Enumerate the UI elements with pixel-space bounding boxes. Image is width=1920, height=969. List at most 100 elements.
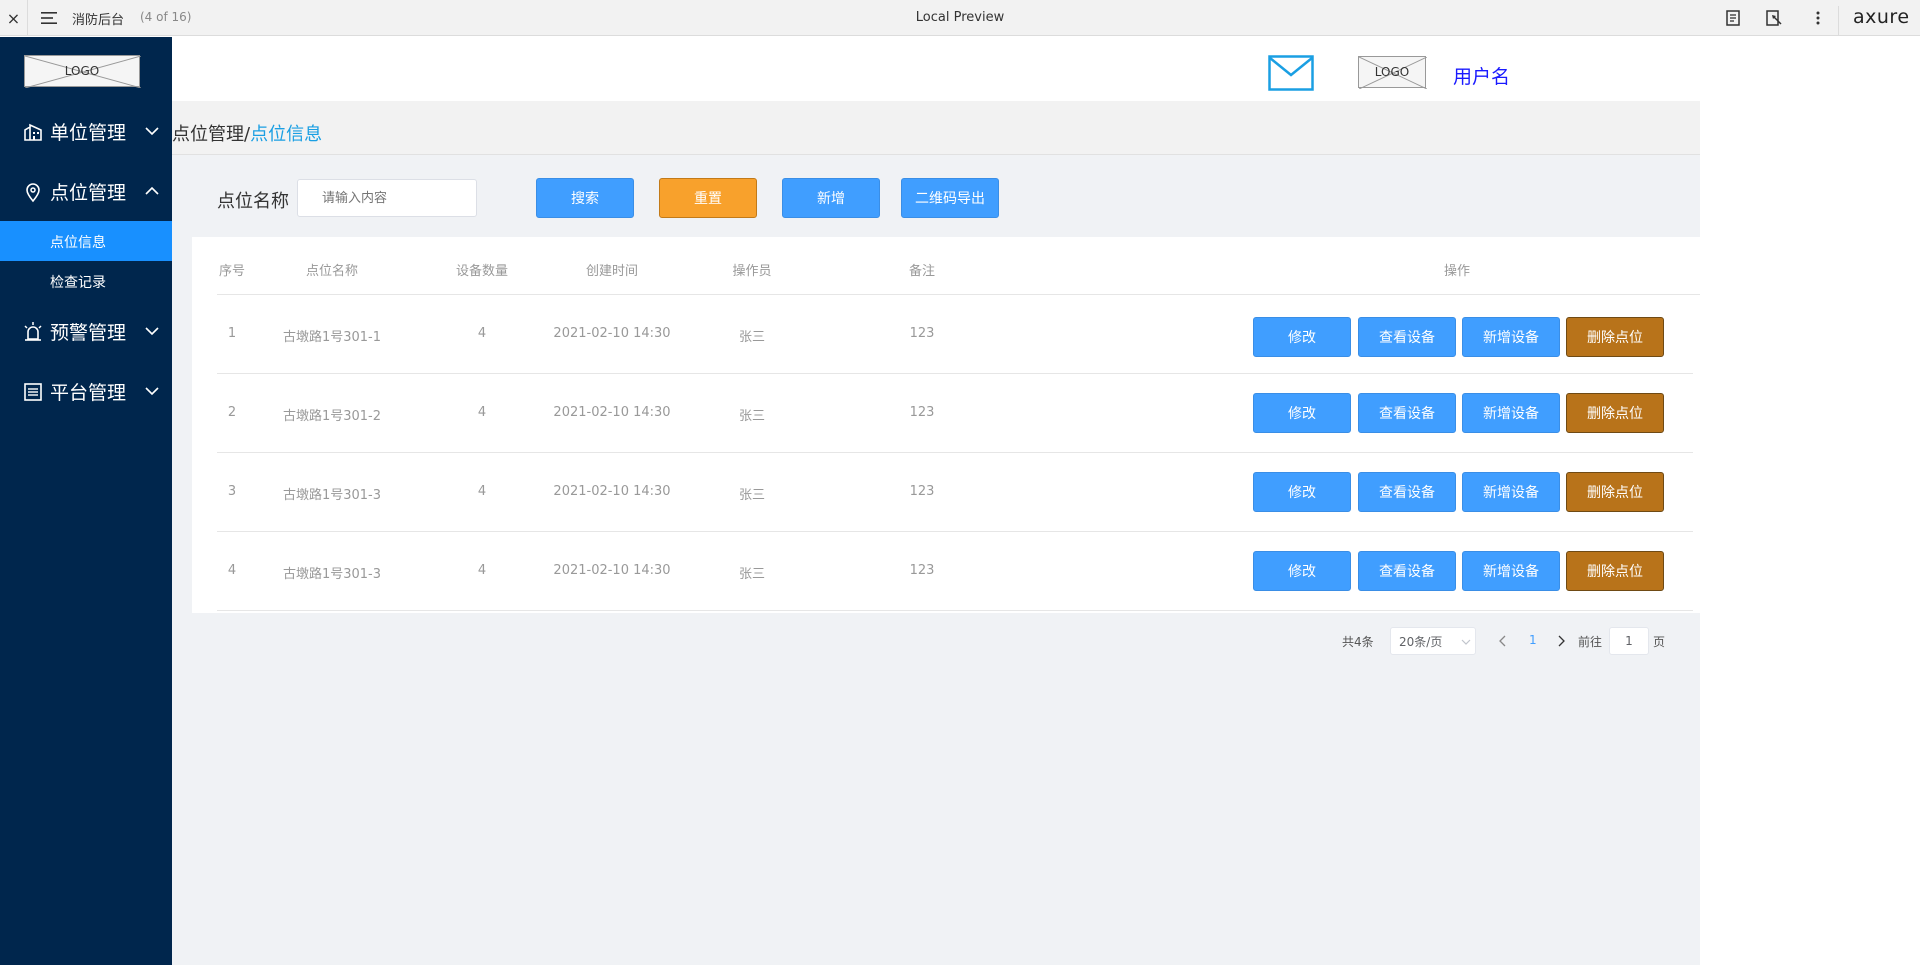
breadcrumb-bar: 点位管理/点位信息: [172, 101, 1700, 155]
chevron-down-icon: [145, 387, 159, 396]
cell-no: 2: [227, 405, 237, 420]
more-icon[interactable]: [1808, 8, 1828, 28]
table-row: 1 古墩路1号301-1 4 2021-02-10 14:30 张三 123 修…: [217, 296, 1693, 374]
header-time: 创建时间: [585, 264, 638, 279]
page-number-current[interactable]: 1: [1529, 633, 1537, 661]
chevron-down-icon: [145, 327, 159, 336]
username-link[interactable]: 用户名: [1453, 62, 1510, 89]
header-count: 设备数量: [455, 264, 508, 279]
delete-point-button[interactable]: 删除点位: [1566, 472, 1664, 512]
nav-sub-point-info[interactable]: 点位信息: [0, 221, 172, 261]
cell-count: 4: [477, 326, 487, 341]
cell-name: 古墩路1号301-3: [282, 488, 382, 503]
project-title: 消防后台: [72, 13, 125, 28]
pagination-total: 共4条: [1342, 635, 1374, 649]
goto-page-input[interactable]: 1: [1609, 627, 1649, 655]
nav-platform-management[interactable]: 平台管理: [0, 371, 172, 411]
add-button[interactable]: 新增: [782, 178, 880, 218]
page-count: (4 of 16): [140, 10, 192, 24]
cell-remark: 123: [909, 405, 935, 420]
nav-unit-management[interactable]: 单位管理: [0, 111, 172, 151]
edit-button[interactable]: 修改: [1253, 551, 1351, 591]
close-icon[interactable]: ×: [0, 0, 28, 36]
add-device-button[interactable]: 新增设备: [1462, 393, 1560, 433]
building-icon: [24, 123, 42, 141]
cell-remark: 123: [909, 484, 935, 499]
edit-button[interactable]: 修改: [1253, 472, 1351, 512]
cell-operator: 张三: [738, 488, 765, 503]
header-logo: LOGO: [1358, 56, 1427, 89]
view-devices-button[interactable]: 查看设备: [1358, 551, 1456, 591]
nav-point-management[interactable]: 点位管理: [0, 171, 172, 211]
page-size-select[interactable]: 20条/页: [1390, 627, 1476, 655]
next-page-icon[interactable]: [1555, 634, 1567, 648]
nav-point-management-label: 点位管理: [50, 182, 127, 204]
nav-platform-management-label: 平台管理: [50, 382, 127, 404]
mail-icon[interactable]: [1268, 55, 1314, 91]
view-devices-button[interactable]: 查看设备: [1358, 317, 1456, 357]
menu-icon[interactable]: [38, 8, 60, 28]
nav-unit-management-label: 单位管理: [50, 122, 127, 144]
cell-operator: 张三: [738, 409, 765, 424]
breadcrumb-parent[interactable]: 点位管理: [172, 124, 244, 145]
cell-remark: 123: [909, 326, 935, 341]
cell-name: 古墩路1号301-2: [282, 409, 382, 424]
delete-point-button[interactable]: 删除点位: [1566, 393, 1664, 433]
filter-label: 点位名称: [217, 191, 289, 212]
cell-time: 2021-02-10 14:30: [553, 484, 671, 499]
page-suffix: 页: [1653, 635, 1666, 649]
nav-sub-point-info-label: 点位信息: [50, 235, 106, 251]
prev-page-icon[interactable]: [1497, 634, 1509, 648]
table-row: 4 古墩路1号301-3 4 2021-02-10 14:30 张三 123 修…: [217, 533, 1693, 611]
cell-remark: 123: [909, 563, 935, 578]
nav-alarm-management[interactable]: 预警管理: [0, 311, 172, 351]
header-logo-text: LOGO: [1374, 65, 1410, 79]
point-name-input[interactable]: [297, 179, 477, 217]
qrcode-export-button[interactable]: 二维码导出: [901, 178, 999, 218]
preview-label: Local Preview: [915, 10, 1005, 25]
sidebar: LOGO 单位管理 点位管理 点位信息 检查记录 预警管理 平台管理: [0, 37, 172, 965]
search-button[interactable]: 搜索: [536, 178, 634, 218]
cell-time: 2021-02-10 14:30: [553, 563, 671, 578]
cell-name: 古墩路1号301-3: [282, 567, 382, 582]
cell-operator: 张三: [738, 330, 765, 345]
points-table: 序号 点位名称 设备数量 创建时间 操作员 备注 操作 1 古墩路1号301-1…: [192, 237, 1700, 613]
view-devices-button[interactable]: 查看设备: [1358, 393, 1456, 433]
breadcrumb: 点位管理/点位信息: [172, 120, 322, 146]
add-device-button[interactable]: 新增设备: [1462, 551, 1560, 591]
sidebar-logo: LOGO: [24, 55, 141, 88]
list-icon: [24, 383, 42, 401]
chevron-down-icon: [1461, 639, 1471, 645]
cell-time: 2021-02-10 14:30: [553, 405, 671, 420]
add-device-button[interactable]: 新增设备: [1462, 317, 1560, 357]
header-no: 序号: [218, 264, 245, 279]
inspect-icon[interactable]: [1764, 8, 1784, 28]
header-remark: 备注: [908, 264, 935, 279]
cell-operator: 张三: [738, 567, 765, 582]
page-size-value: 20条/页: [1399, 634, 1443, 649]
location-pin-icon: [26, 183, 40, 203]
table-row: 3 古墩路1号301-3 4 2021-02-10 14:30 张三 123 修…: [217, 454, 1693, 532]
delete-point-button[interactable]: 删除点位: [1566, 551, 1664, 591]
edit-button[interactable]: 修改: [1253, 317, 1351, 357]
cell-no: 3: [227, 484, 237, 499]
view-devices-button[interactable]: 查看设备: [1358, 472, 1456, 512]
delete-point-button[interactable]: 删除点位: [1566, 317, 1664, 357]
header-actions: 操作: [1443, 264, 1470, 279]
axure-logo: axure: [1838, 6, 1910, 36]
breadcrumb-current: 点位信息: [250, 124, 323, 145]
cell-count: 4: [477, 405, 487, 420]
preview-toolbar: × 消防后台 (4 of 16) Local Preview axure: [0, 0, 1920, 36]
table-header: 序号 点位名称 设备数量 创建时间 操作员 备注 操作: [217, 237, 1700, 295]
edit-button[interactable]: 修改: [1253, 393, 1351, 433]
alarm-icon: [24, 322, 42, 341]
nav-alarm-management-label: 预警管理: [50, 322, 127, 344]
notes-icon[interactable]: [1723, 8, 1743, 28]
header-name: 点位名称: [305, 264, 358, 279]
cell-no: 4: [227, 563, 237, 578]
sidebar-logo-text: LOGO: [64, 64, 100, 78]
nav-sub-inspection-records[interactable]: 检查记录: [0, 261, 172, 301]
reset-button[interactable]: 重置: [659, 178, 757, 218]
cell-name: 古墩路1号301-1: [282, 330, 382, 345]
add-device-button[interactable]: 新增设备: [1462, 472, 1560, 512]
